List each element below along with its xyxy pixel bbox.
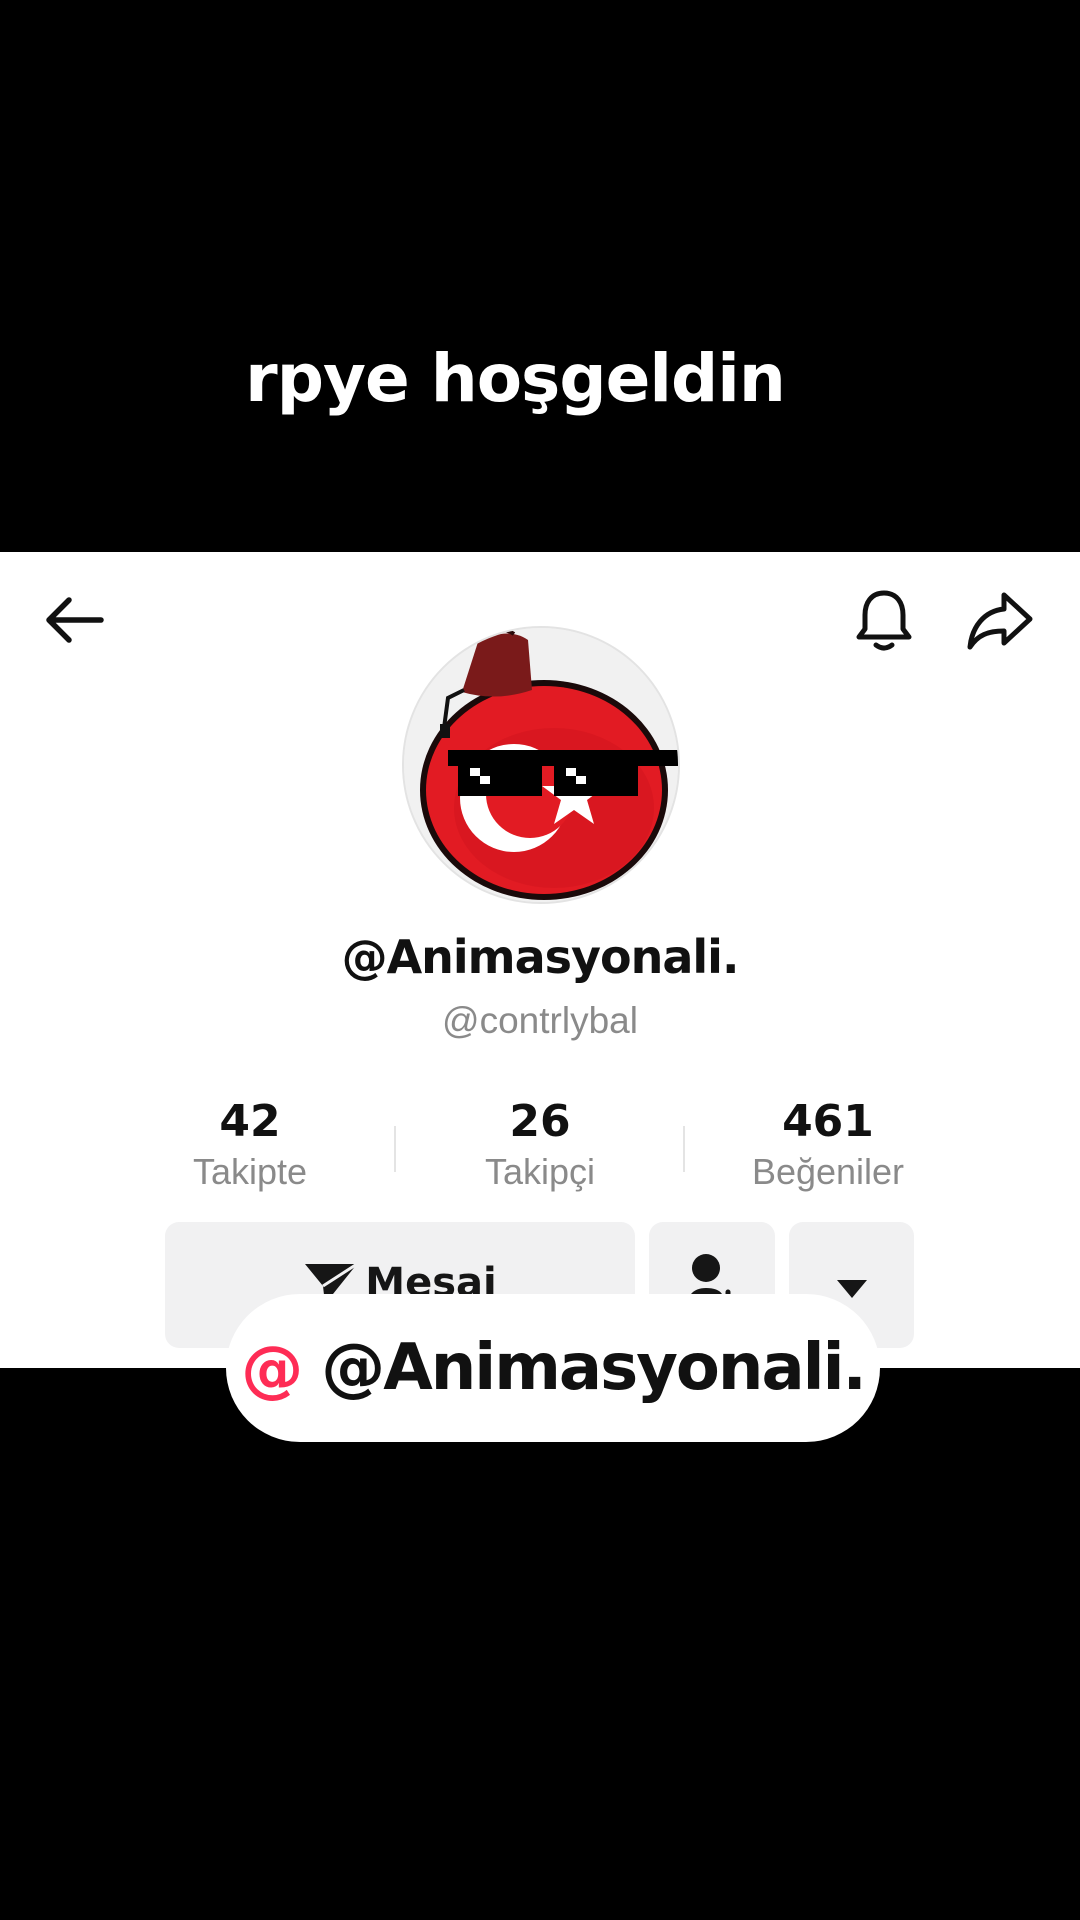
followers-label: Takipçi [484, 1151, 596, 1192]
bell-icon [856, 590, 912, 651]
avatar[interactable] [402, 626, 680, 904]
stat-likes[interactable]: 461 Beğeniler [698, 1096, 958, 1194]
mention-at-icon: @ [241, 1331, 304, 1405]
stat-divider [683, 1126, 685, 1172]
mention-sticker[interactable]: @ @Animasyonali. [226, 1294, 880, 1442]
stat-divider [394, 1126, 396, 1172]
video-caption: rpye hoşgeldin [245, 340, 786, 417]
arrow-left-icon [46, 597, 104, 643]
followers-count: 26 [509, 1096, 571, 1147]
display-name: @Animasyonali. [341, 930, 740, 984]
share-icon [967, 592, 1033, 650]
share-button[interactable] [964, 584, 1036, 656]
following-label: Takipte [192, 1151, 308, 1192]
likes-label: Beğeniler [751, 1151, 905, 1192]
stats-row: 42 Takipte 26 Takipçi 461 Beğeniler [0, 1096, 1080, 1206]
stat-following[interactable]: 42 Takipte [120, 1096, 380, 1194]
stat-followers[interactable]: 26 Takipçi [410, 1096, 670, 1194]
countryball-avatar-image [404, 628, 678, 902]
username: @contrlybal [442, 1000, 638, 1041]
profile-panel: @Animasyonali. @contrlybal 42 Takipte 26… [0, 552, 1080, 1368]
back-button[interactable] [38, 584, 110, 656]
mention-username: @Animasyonali. [321, 1331, 867, 1405]
likes-count: 461 [782, 1096, 874, 1147]
notification-bell-button[interactable] [848, 584, 920, 656]
following-count: 42 [219, 1096, 281, 1147]
caret-down-icon [836, 1280, 867, 1298]
